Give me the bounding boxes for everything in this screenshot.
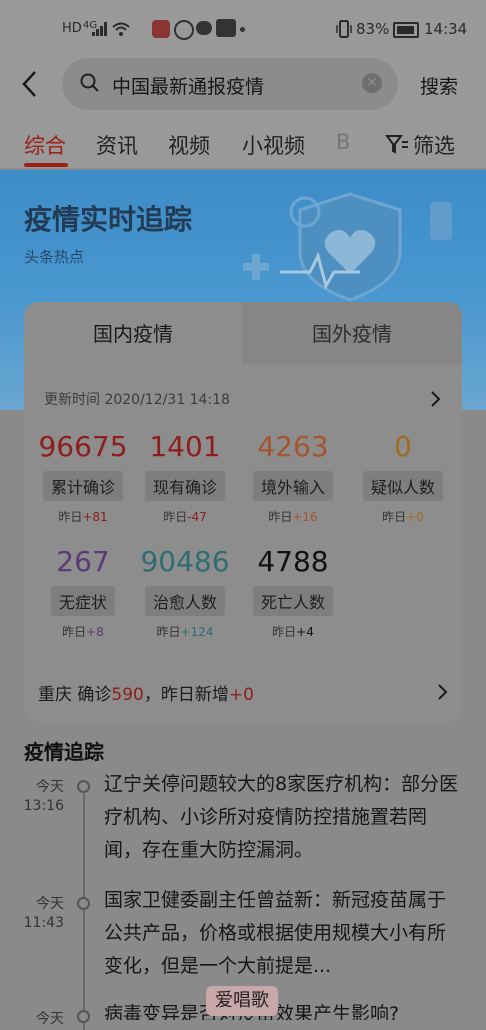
stat-delta-prefix: 昨日: [156, 625, 181, 639]
hd-icon: HD: [62, 21, 82, 36]
region-prefix: 重庆 确诊: [38, 685, 112, 705]
stat-value: 96675: [38, 430, 128, 463]
stat-value: 90486: [140, 545, 230, 578]
stat-value: 0: [394, 430, 412, 463]
more-icon: [240, 27, 245, 32]
region-chevron-icon[interactable]: [437, 683, 449, 701]
battery-icon: [393, 22, 419, 38]
stat-value: 4263: [257, 430, 329, 463]
tab-news[interactable]: 资讯: [96, 130, 138, 160]
stat-delta-value: +8: [86, 625, 104, 639]
region-new: +0: [228, 685, 254, 705]
signal-icon: [92, 22, 107, 36]
tab-filter[interactable]: 筛选: [413, 130, 455, 160]
stat-delta-prefix: 昨日: [62, 625, 87, 639]
watermark: 爱唱歌: [206, 986, 278, 1016]
stat-label: 治愈人数: [144, 586, 226, 616]
search-query[interactable]: 中国最新通报疫情: [112, 72, 264, 99]
timeline-dot: [77, 780, 90, 793]
stat-label: 疑似人数: [362, 471, 444, 501]
shield-heart-icon: [243, 192, 452, 302]
tab-comprehensive[interactable]: 综合: [24, 130, 66, 160]
stat-delta-prefix: 昨日: [268, 510, 293, 524]
stat-value: 267: [56, 545, 110, 578]
stat-delta: 昨日+81: [28, 508, 138, 525]
back-icon[interactable]: [20, 70, 40, 98]
stat-delta: 昨日+124: [130, 623, 240, 640]
chevron-right-icon[interactable]: [430, 390, 442, 408]
vibrate-icon: [336, 20, 352, 38]
tab-foreign-label: 国外疫情: [312, 322, 392, 346]
stat-delta-prefix: 昨日: [58, 510, 83, 524]
clear-icon[interactable]: ✕: [362, 73, 382, 93]
stat-label: 无症状: [50, 586, 116, 616]
feed-item[interactable]: 辽宁关停问题较大的8家医疗机构：部分医疗机构、小诊所对疫情防控措施置若罔闻，存在…: [104, 768, 464, 867]
feed-day: 今天: [36, 779, 64, 795]
stat-delta-prefix: 昨日: [163, 510, 188, 524]
stat-delta: 昨日-47: [130, 508, 240, 525]
timeline-dot: [77, 897, 90, 910]
stat-label: 死亡人数: [252, 586, 334, 616]
wifi-icon: [112, 22, 130, 36]
pinduoduo-icon: [152, 20, 170, 38]
stat-label: 累计确诊: [42, 471, 124, 501]
feed-item[interactable]: 国家卫健委副主任曾益新：新冠疫苗属于公共产品，价格或根据使用规模大小有所变化，但…: [104, 884, 464, 983]
timeline-dot: [77, 1010, 90, 1023]
app-icon: [174, 20, 194, 40]
region-middle: ，昨日新增: [143, 685, 229, 705]
banner-subtitle: 头条热点: [24, 248, 85, 266]
stat-label: 境外输入: [252, 471, 334, 501]
filter-icon[interactable]: [385, 133, 409, 155]
tab-more[interactable]: B: [336, 130, 350, 154]
timeline-line: [83, 790, 85, 1030]
tab-domestic-label: 国内疫情: [93, 322, 173, 346]
clock: 14:34: [424, 20, 468, 38]
feed-item[interactable]: 病毒变异是否对疫苗效果产生影响?: [104, 998, 464, 1020]
tracking-title: 疫情追踪: [24, 740, 104, 764]
feed-time: 13:16: [23, 798, 64, 814]
update-time: 更新时间 2020/12/31 14:18: [44, 392, 230, 408]
search-button[interactable]: 搜索: [420, 72, 458, 99]
search-icon: [80, 73, 99, 92]
tiktok-icon: [216, 19, 236, 37]
stat-delta-value: +81: [82, 510, 108, 524]
stat-delta: 昨日+4: [238, 623, 348, 640]
stat-delta-value: +4: [296, 625, 314, 639]
stat-label: 现有确诊: [144, 471, 226, 501]
stat-delta: 昨日+16: [238, 508, 348, 525]
banner-title: 疫情实时追踪: [24, 203, 193, 236]
stat-delta: 昨日+8: [28, 623, 138, 640]
stat-value: 4788: [257, 545, 329, 578]
tab-short-video[interactable]: 小视频: [242, 130, 305, 160]
stat-delta-value: +0: [406, 510, 424, 524]
stat-delta-value: +124: [180, 625, 214, 639]
tab-video[interactable]: 视频: [168, 130, 210, 160]
stat-delta-value: -47: [187, 510, 207, 524]
feed-day: 今天: [36, 896, 64, 912]
battery-percent: 83%: [356, 20, 390, 38]
stat-delta-prefix: 昨日: [272, 625, 297, 639]
chat-icon: [196, 21, 212, 35]
stat-delta-value: +16: [292, 510, 318, 524]
region-row[interactable]: 重庆 确诊590，昨日新增+0: [38, 680, 254, 705]
stat-delta: 昨日+0: [348, 508, 458, 525]
tab-active-indicator: [24, 163, 68, 167]
feed-time: 11:43: [23, 915, 64, 931]
stat-value: 1401: [149, 430, 221, 463]
region-confirmed: 590: [111, 685, 144, 705]
feed-day: 今天: [36, 1011, 64, 1027]
stat-delta-prefix: 昨日: [382, 510, 407, 524]
